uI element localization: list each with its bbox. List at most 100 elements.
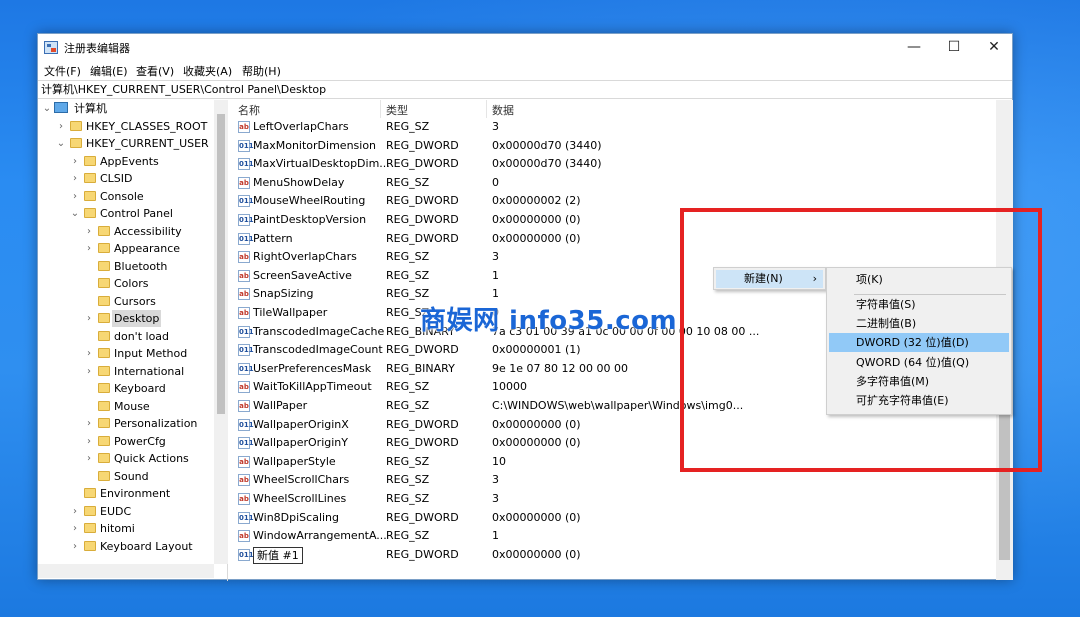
value-name: TileWallpaper [253, 306, 328, 319]
binary-value-icon: 011 [238, 437, 254, 450]
column-header-type[interactable]: 类型 [386, 102, 408, 118]
value-type: REG_DWORD [386, 436, 459, 450]
value-row[interactable]: 011 MaxVirtualDesktopDim... REG_DWORD 0x000… [232, 155, 992, 173]
value-row[interactable]: 011 新值 #1 REG_DWORD 0x00000000 (0) [232, 546, 992, 564]
value-type: REG_DWORD [386, 213, 459, 226]
chevron-right-icon[interactable]: › [84, 415, 94, 432]
column-divider[interactable] [486, 100, 487, 118]
minimize-button[interactable]: — [894, 34, 934, 60]
value-name: TranscodedImageCount [253, 343, 383, 357]
value-name: UserPreferencesMask [253, 361, 372, 375]
tree-vertical-scrollbar[interactable] [214, 100, 228, 564]
value-name-edit-field[interactable]: 新值 #1 [253, 546, 303, 564]
value-type: REG_SZ [386, 492, 430, 505]
tree-node-label: Mouse [114, 399, 150, 413]
string-value-icon: ab [238, 381, 250, 394]
binary-value-icon: 011 [238, 362, 254, 375]
column-header-data[interactable]: 数据 [492, 102, 514, 118]
menu-file[interactable]: 文件(F) [44, 63, 81, 79]
value-name: Pattern [253, 231, 293, 245]
maximize-button[interactable]: ☐ [934, 34, 974, 60]
value-data: 0x00000d70 (3440) [492, 157, 602, 171]
folder-icon [98, 453, 110, 463]
value-type: REG_DWORD [386, 194, 459, 208]
value-row[interactable]: 011 MaxMonitorDimension REG_DWORD 0x00000d7… [232, 137, 992, 155]
tree-horizontal-scrollbar[interactable] [38, 564, 214, 578]
value-type: REG_SZ [386, 120, 430, 133]
folder-icon [70, 120, 82, 131]
chevron-right-icon[interactable]: › [84, 223, 94, 240]
value-row[interactable]: ab LeftOverlapChars REG_SZ 3 [232, 118, 992, 136]
binary-value-icon: 011 [238, 418, 254, 431]
column-header-name[interactable]: 名称 [238, 102, 260, 118]
menu-view[interactable]: 查看(V) [136, 63, 174, 79]
value-name: MaxMonitorDimension [253, 138, 377, 152]
value-name: MenuShowDelay [253, 175, 345, 189]
string-value-icon: ab [238, 400, 250, 412]
tree-node-label: International [114, 364, 185, 378]
value-data: 9e 1e 07 80 12 00 00 00 [492, 361, 628, 375]
chevron-right-icon[interactable]: › [84, 450, 94, 467]
tree-node-label: Control Panel [100, 207, 173, 220]
folder-icon [84, 523, 96, 533]
folder-icon [84, 505, 96, 516]
menu-edit[interactable]: 编辑(E) [90, 63, 128, 79]
value-data: 3 [492, 492, 499, 505]
value-row[interactable]: ab WheelScrollLines REG_SZ 3 [232, 490, 992, 508]
value-type: REG_DWORD [386, 417, 459, 431]
binary-value-icon: 011 [238, 344, 254, 357]
value-name: WallpaperStyle [253, 454, 336, 468]
chevron-right-icon[interactable]: › [84, 310, 94, 327]
chevron-right-icon[interactable]: › [70, 188, 80, 205]
folder-icon [70, 138, 82, 148]
chevron-down-icon[interactable]: ⌄ [56, 135, 66, 152]
chevron-down-icon[interactable]: ⌄ [70, 205, 80, 222]
value-data: 0x00000000 (0) [492, 417, 581, 431]
binary-value-icon: 011 [238, 325, 254, 338]
tree-node-label: Environment [100, 487, 171, 500]
value-data: 0x00000002 (2) [492, 194, 581, 208]
string-value-icon: ab [238, 474, 250, 487]
value-type: REG_DWORD [386, 157, 459, 171]
value-row[interactable]: ab WheelScrollChars REG_SZ 3 [232, 471, 992, 489]
value-type: REG_DWORD [386, 547, 459, 561]
value-name: WheelScrollChars [253, 473, 350, 487]
string-value-icon: ab [238, 307, 250, 319]
chevron-right-icon[interactable]: › [84, 433, 94, 450]
menu-help[interactable]: 帮助(H) [242, 63, 281, 79]
chevron-right-icon[interactable]: › [70, 153, 80, 170]
address-bar[interactable]: 计算机\HKEY_CURRENT_USER\Control Panel\Desk… [38, 80, 1012, 99]
chevron-right-icon[interactable]: › [56, 118, 66, 135]
tree-node-label: 计算机 [74, 102, 107, 115]
tree-node-label: don't load [114, 329, 170, 343]
value-data: 0 [492, 175, 499, 189]
chevron-right-icon[interactable]: › [70, 170, 80, 187]
close-button[interactable]: ✕ [974, 34, 1014, 60]
chevron-right-icon[interactable]: › [70, 538, 80, 555]
value-type: REG_SZ [386, 175, 430, 189]
menu-favorites[interactable]: 收藏夹(A) [183, 63, 232, 79]
chevron-right-icon[interactable]: › [84, 363, 94, 380]
tree-node-label: Quick Actions [114, 452, 189, 465]
value-name: WallPaper [253, 399, 308, 412]
value-name: WaitToKillAppTimeout [253, 380, 372, 394]
value-row[interactable]: ab WindowArrangementA... REG_SZ 1 [232, 527, 992, 545]
string-value-icon: ab [238, 455, 250, 468]
chevron-right-icon[interactable]: › [84, 240, 94, 257]
chevron-right-icon[interactable]: › [70, 520, 80, 537]
value-data: 0x00000000 (0) [492, 213, 581, 226]
column-divider[interactable] [380, 100, 381, 118]
value-data: 0x00000001 (1) [492, 343, 581, 357]
chevron-right-icon[interactable]: › [84, 345, 94, 362]
value-name: TranscodedImageCache [253, 324, 385, 338]
watermark-text: 商娱网 info35.com [420, 306, 678, 336]
value-row[interactable]: 011 Win8DpiScaling REG_DWORD 0x00000000 (0) [232, 509, 992, 527]
chevron-right-icon[interactable]: › [70, 503, 80, 520]
value-row[interactable]: ab MenuShowDelay REG_SZ 0 [232, 174, 992, 192]
regedit-app-icon [44, 41, 58, 54]
string-value-icon: ab [238, 176, 250, 189]
folder-icon [98, 330, 110, 341]
chevron-down-icon[interactable]: ⌄ [42, 100, 52, 117]
tree-scroll-thumb[interactable] [217, 114, 225, 414]
tree-node-label: Colors [114, 277, 149, 290]
